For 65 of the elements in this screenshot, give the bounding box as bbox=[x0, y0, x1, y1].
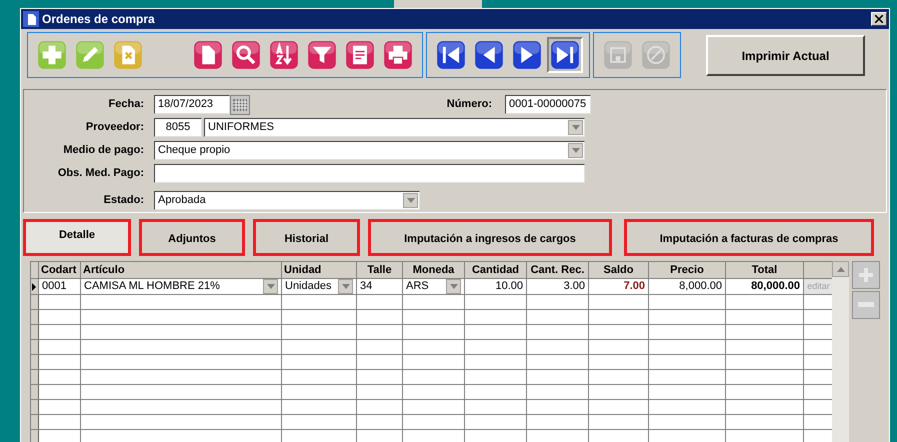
column-header[interactable]: Artículo bbox=[81, 262, 282, 278]
plus-icon bbox=[858, 267, 874, 283]
field-label: Obs. Med. Pago: bbox=[56, 166, 145, 182]
status-dropdown[interactable]: Aprobada bbox=[154, 191, 420, 210]
payment-method-dropdown[interactable]: Cheque propio bbox=[154, 141, 585, 160]
date-field[interactable]: 18/07/2023 bbox=[154, 95, 230, 114]
close-button[interactable] bbox=[871, 12, 887, 26]
supplier-dropdown[interactable]: UNIFORMES bbox=[204, 118, 585, 137]
tab[interactable]: Detalle bbox=[23, 218, 131, 256]
column-header[interactable]: Moneda bbox=[403, 262, 465, 278]
table-cell: 10.00 bbox=[465, 279, 527, 294]
table-cell: 0001 bbox=[39, 279, 81, 294]
column-header[interactable]: Talle bbox=[357, 262, 403, 278]
tab[interactable]: Imputación a facturas de compras bbox=[624, 218, 874, 256]
plus-icon bbox=[37, 40, 67, 70]
column-header[interactable]: Saldo bbox=[589, 262, 649, 278]
field-label: Número: bbox=[446, 97, 492, 112]
close-icon bbox=[875, 15, 883, 23]
print-current-button[interactable]: Imprimir Actual bbox=[706, 35, 865, 76]
field-label: Fecha: bbox=[108, 97, 145, 112]
printer-icon bbox=[383, 40, 413, 70]
app-icon bbox=[23, 11, 39, 27]
tab[interactable]: Adjuntos bbox=[139, 218, 245, 256]
next-icon bbox=[512, 40, 542, 70]
cancel-icon bbox=[641, 40, 671, 70]
column-header[interactable]: Codart bbox=[39, 262, 81, 278]
column-header[interactable]: Cant. Rec. bbox=[527, 262, 589, 278]
column-header[interactable]: Cantidad bbox=[465, 262, 527, 278]
add-row-button[interactable] bbox=[852, 261, 880, 289]
field-label: Proveedor: bbox=[84, 120, 145, 136]
table-cell: ARS bbox=[403, 279, 465, 294]
document-icon bbox=[193, 40, 223, 70]
supplier-code-field[interactable]: 8055 bbox=[154, 118, 202, 137]
sort-icon bbox=[269, 40, 299, 70]
toolbar-button[interactable] bbox=[547, 37, 583, 73]
filter-icon bbox=[307, 40, 337, 70]
table-cell: CAMISA ML HOMBRE 21% bbox=[81, 279, 282, 294]
minus-icon bbox=[858, 302, 874, 308]
save-icon bbox=[603, 40, 633, 70]
table-cell: 8,000.00 bbox=[649, 279, 726, 294]
last-icon bbox=[550, 40, 580, 70]
tab[interactable]: Historial bbox=[253, 218, 360, 256]
number-field[interactable]: 0001-00000075 bbox=[505, 95, 591, 114]
clipboard-icon bbox=[345, 40, 375, 70]
first-icon bbox=[436, 40, 466, 70]
column-header[interactable]: Precio bbox=[649, 262, 726, 278]
tab[interactable]: Imputación a ingresos de cargos bbox=[368, 218, 612, 256]
field-label: Estado: bbox=[102, 193, 145, 208]
column-header[interactable]: Unidad bbox=[282, 262, 357, 278]
pencil-icon bbox=[75, 40, 105, 70]
payment-notes-field[interactable] bbox=[154, 164, 585, 183]
table-cell: 34 bbox=[357, 279, 403, 294]
scroll-up-icon[interactable] bbox=[832, 261, 849, 277]
calendar-icon bbox=[233, 98, 247, 110]
field-label: Medio de pago: bbox=[62, 143, 145, 158]
scrollbar[interactable] bbox=[832, 261, 849, 442]
calendar-button[interactable] bbox=[230, 94, 250, 114]
table-cell: Unidades bbox=[282, 279, 357, 294]
search-icon bbox=[231, 40, 261, 70]
table-cell: 3.00 bbox=[527, 279, 589, 294]
window-title: Ordenes de compra bbox=[42, 11, 155, 28]
remove-row-button[interactable] bbox=[852, 291, 880, 319]
column-header[interactable]: Total bbox=[726, 262, 804, 278]
table-cell: 7.00 bbox=[589, 279, 649, 294]
previous-icon bbox=[474, 40, 504, 70]
